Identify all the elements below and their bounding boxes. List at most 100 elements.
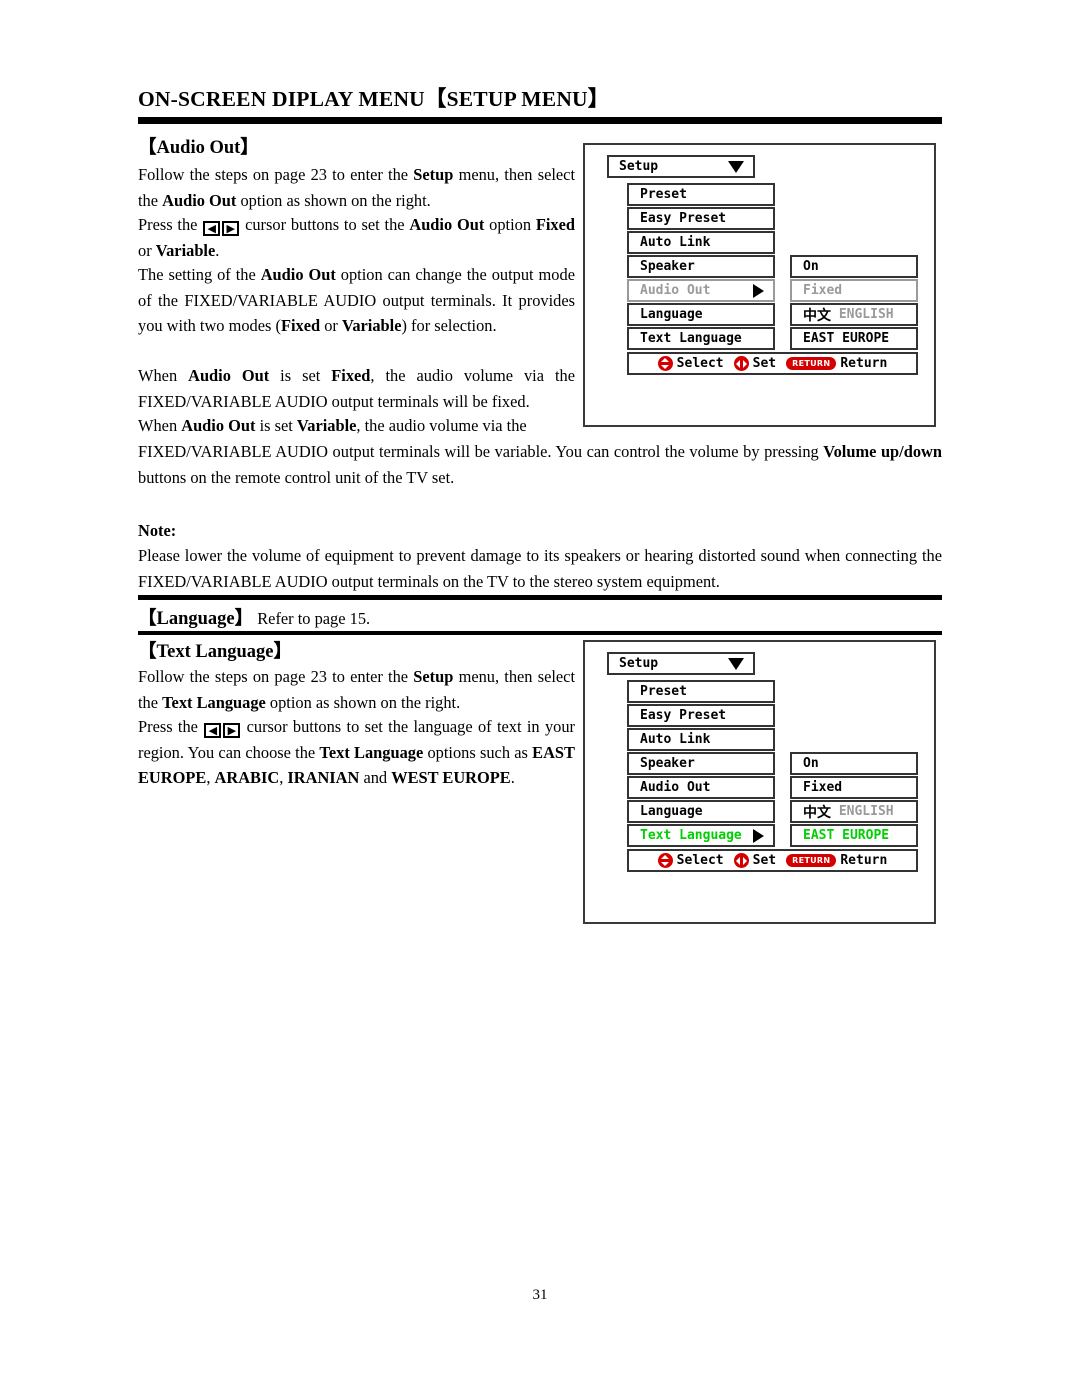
text-run: option as shown on the right. [265,692,461,712]
osd2-value-label: EAST EUROPE [803,828,890,843]
text-run: Follow the steps on page 23 to enter the [138,667,414,686]
osd1-item-auto-link[interactable]: Auto Link [627,231,775,254]
audio-out-paragraph-3: The setting of the Audio Out option can … [138,262,575,339]
audio-out-paragraph-5: When Audio Out is set Variable, the audi… [138,413,575,439]
osd2-item-label: Easy Preset [640,708,727,723]
osd1-hint-return: RETURN Return [786,356,887,371]
section-heading-audio-out: 【Audio Out】 [138,138,259,158]
text-run-bold: Audio Out [188,366,270,385]
chevron-down-icon [728,160,744,173]
note-text: Please lower the volume of equipment to … [138,546,942,591]
text-run-bold: Text Language [319,742,424,762]
return-button-icon: RETURN [786,854,837,867]
language-rule-top [138,595,942,600]
osd1-item-label: Easy Preset [640,211,727,226]
osd1-item-preset[interactable]: Preset [627,183,775,206]
osd-screen-preview-2: Setup Preset Easy Preset Auto Link Speak… [583,640,936,924]
cursor-right-icon: ▶ [223,723,241,738]
osd1-hint-set: Set [733,356,777,371]
osd2-hint-select: Select [657,853,724,868]
left-right-arrows-icon [733,356,749,371]
osd2-value-language[interactable]: 中文 ENGLISH [790,800,918,823]
text-run-bold: Fixed [331,366,371,385]
text-run-bold: IRANIAN [287,768,360,788]
osd1-hint-select-label: Select [676,356,724,371]
osd1-item-speaker[interactable]: Speaker [627,255,775,278]
title-underline-rule [138,117,942,124]
osd2-item-speaker[interactable]: Speaker [627,752,775,775]
osd2-title-setup[interactable]: Setup [607,652,755,675]
text-run: , [206,768,215,788]
osd2-item-auto-link[interactable]: Auto Link [627,728,775,751]
osd2-item-preset[interactable]: Preset [627,680,775,703]
audio-out-paragraph-1: Follow the steps on page 23 to enter the… [138,162,575,213]
text-run-bold: WEST EUROPE [391,768,511,788]
osd1-item-audio-out[interactable]: Audio Out [627,279,775,302]
text-run: ) for selection. [401,316,497,336]
text-run-bold: Setup [413,165,454,184]
osd1-value-chinese: 中文 [803,307,831,324]
osd2-item-text-language[interactable]: Text Language [627,824,775,847]
text-run: When [138,366,189,385]
cursor-left-icon: ◀ [204,723,222,738]
text-run-bold: Audio Out [409,215,485,234]
text-run-bold: Audio Out [181,416,256,435]
osd2-item-label: Speaker [640,756,695,771]
text-run: FIXED/VARIABLE AUDIO output terminals wi… [138,442,824,461]
document-page: ON-SCREEN DIPLAY MENU【SETUP MENU】 【Audio… [138,0,942,1397]
text-run: The setting of the [138,265,261,284]
text-language-paragraph-2: Press the ◀ ▶ cursor buttons to set the l… [138,714,575,791]
osd1-title-setup[interactable]: Setup [607,155,755,178]
cursor-right-icon: ▶ [222,221,240,236]
text-run-bold: Audio Out [260,265,336,284]
osd1-item-label: Language [640,307,703,322]
text-run-bold: Audio Out [162,190,237,210]
osd1-value-speaker[interactable]: On [790,255,918,278]
osd2-hint-set: Set [733,853,776,868]
page-number: 31 [532,1287,548,1303]
osd1-item-easy-preset[interactable]: Easy Preset [627,207,775,230]
text-run: and [359,768,392,788]
osd1-item-label: Preset [640,187,687,202]
up-down-arrows-icon [657,853,673,868]
osd1-item-label: Audio Out [640,283,711,298]
osd2-item-language[interactable]: Language [627,800,775,823]
osd1-item-text-language[interactable]: Text Language [627,327,775,350]
note-label: Note: [138,521,177,540]
osd1-value-audio-out[interactable]: Fixed [790,279,918,302]
osd2-title-label: Setup [619,656,659,671]
osd2-item-label: Language [640,804,703,819]
text-run-bold: Variable [155,240,216,260]
osd1-value-text-language[interactable]: EAST EUROPE [790,327,918,350]
osd1-value-language[interactable]: 中文 ENGLISH [790,303,918,326]
text-run-bold: Setup [413,667,454,686]
osd2-value-chinese: 中文 [803,804,831,821]
text-run: Press the [138,717,204,736]
osd2-value-text-language[interactable]: EAST EUROPE [790,824,918,847]
text-run: option as shown on the right. [236,190,431,210]
osd2-value-label: Fixed [803,780,843,795]
osd2-item-easy-preset[interactable]: Easy Preset [627,704,775,727]
osd1-value-english: ENGLISH [838,307,894,322]
text-run: When [138,416,182,435]
osd1-value-label: EAST EUROPE [803,331,890,346]
osd2-item-label: Auto Link [640,732,711,747]
language-reference-line: 【Language】 Refer to page 15. [138,604,370,630]
osd2-value-speaker[interactable]: On [790,752,918,775]
osd2-item-audio-out[interactable]: Audio Out [627,776,775,799]
osd2-value-english: ENGLISH [838,804,894,819]
text-language-paragraph-1: Follow the steps on page 23 to enter the… [138,664,575,715]
text-run: is set [255,416,297,435]
text-run-bold: Variable [296,416,357,435]
osd1-hint-set-label: Set [752,356,777,371]
text-run: Follow the steps on page 23 to enter the [138,165,414,184]
text-run-bold: Fixed [280,316,321,336]
osd1-item-language[interactable]: Language [627,303,775,326]
osd2-value-audio-out[interactable]: Fixed [790,776,918,799]
section-heading-text-language: 【Text Language】 [138,642,293,662]
osd2-hint-return-label: Return [840,853,888,868]
text-run-bold: Fixed [535,215,576,234]
osd2-hint-return: RETURN Return [786,853,887,868]
osd-screen-preview-1: Setup Preset Easy Preset Auto Link Speak… [583,143,936,427]
text-run: option [484,215,536,234]
